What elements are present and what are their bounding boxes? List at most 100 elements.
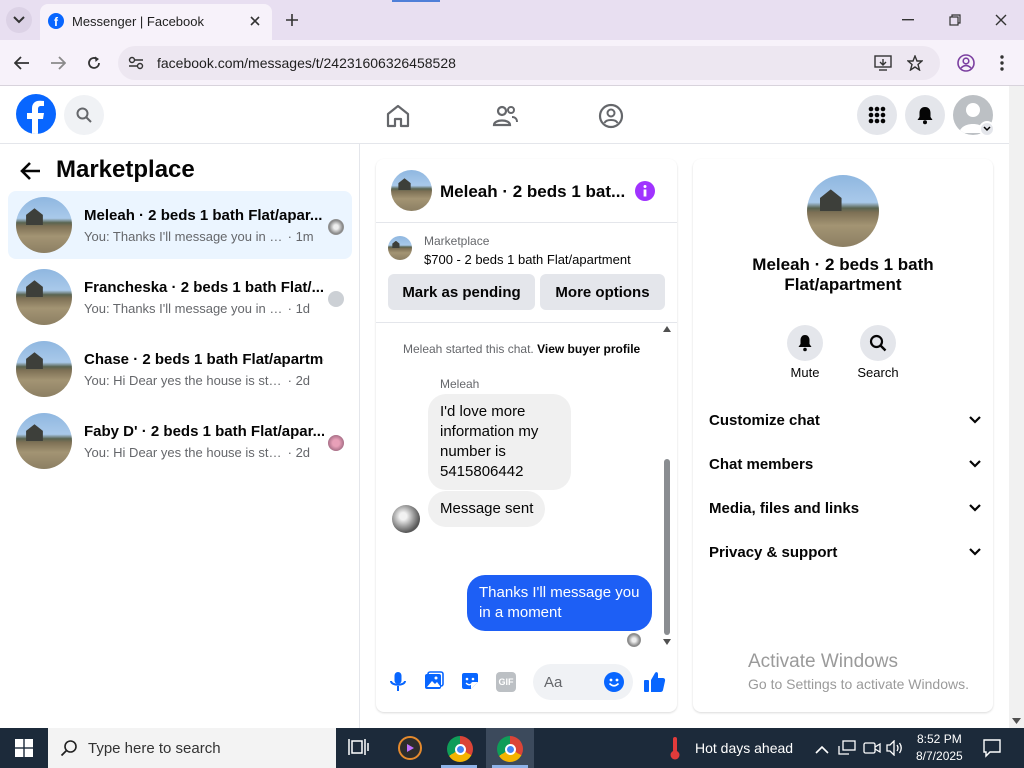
chrome-profile-taskbar-icon: [497, 736, 523, 762]
attach-photo-icon[interactable]: [424, 671, 444, 693]
browser-menu-icon[interactable]: [990, 51, 1014, 75]
conversation-item[interactable]: Meleah · 2 beds 1 bath Flat/apar... You:…: [8, 191, 352, 259]
listing-thumbnail: [16, 413, 72, 469]
listing-mini-thumbnail[interactable]: [388, 236, 412, 260]
sender-avatar[interactable]: [392, 505, 420, 533]
forward-icon[interactable]: [46, 51, 70, 75]
chevron-down-icon: [969, 504, 981, 512]
minimize-icon[interactable]: [896, 10, 920, 30]
details-title: Meleah · 2 beds 1 bath Flat/apartment: [752, 255, 934, 294]
info-icon[interactable]: [635, 181, 655, 201]
listing-banner: Marketplace $700 - 2 beds 1 bath Flat/ap…: [376, 223, 677, 323]
emoji-icon[interactable]: [604, 672, 624, 692]
facebook-search-button[interactable]: [64, 95, 104, 135]
conversation-title: Francheska · 2 beds 1 bath Flat/...: [84, 279, 324, 296]
tab-title: Messenger | Facebook: [72, 14, 204, 29]
conversation-item[interactable]: Faby D' · 2 beds 1 bath Flat/apar... You…: [8, 407, 352, 475]
notifications-bell-icon[interactable]: [905, 95, 945, 135]
task-view-icon[interactable]: [348, 737, 372, 759]
message-input[interactable]: Aa: [533, 664, 633, 700]
section-label: Media, files and links: [709, 499, 860, 517]
browser-toolbar: facebook.com/messages/t/2423160632645852…: [0, 40, 1024, 86]
details-listing-photo[interactable]: [807, 175, 879, 247]
section-label: Privacy & support: [709, 543, 838, 561]
chat-listing-avatar[interactable]: [391, 170, 432, 211]
sticker-icon[interactable]: [460, 671, 480, 693]
url-text: facebook.com/messages/t/2423160632645852…: [157, 55, 456, 71]
browser-tab[interactable]: f Messenger | Facebook: [40, 4, 272, 40]
marketplace-title: Marketplace: [56, 156, 195, 183]
meet-now-icon[interactable]: [863, 740, 881, 756]
chevron-down-icon: [969, 416, 981, 424]
taskbar-search-box[interactable]: Type here to search: [48, 728, 336, 768]
conversation-item[interactable]: Chase · 2 beds 1 bath Flat/apartme... Yo…: [8, 335, 352, 403]
chat-scroll-thumb[interactable]: [664, 459, 670, 635]
taskbar-search-icon: [60, 740, 77, 757]
bookmark-star-icon[interactable]: [904, 53, 926, 73]
like-thumb-icon[interactable]: [643, 670, 667, 694]
view-buyer-profile-link[interactable]: View buyer profile: [537, 342, 640, 356]
clock-time[interactable]: 8:52 PM: [917, 732, 962, 746]
thermometer-icon[interactable]: [668, 736, 682, 760]
network-icon[interactable]: [838, 740, 856, 756]
back-icon[interactable]: [10, 51, 34, 75]
conversation-item[interactable]: Francheska · 2 beds 1 bath Flat/... You:…: [8, 263, 352, 331]
install-app-icon[interactable]: [872, 53, 894, 73]
tray-overflow-icon[interactable]: [815, 742, 829, 754]
incoming-message[interactable]: Message sent: [428, 491, 546, 527]
privacy-support-section[interactable]: Privacy & support: [709, 534, 981, 570]
chrome-taskbar-icon[interactable]: [447, 736, 473, 762]
windows-start-icon[interactable]: [0, 728, 48, 768]
conversation-title: Meleah · 2 beds 1 bath Flat/apar...: [84, 207, 323, 224]
message-input-placeholder: Aa: [544, 674, 563, 691]
activate-windows-subtitle: Go to Settings to activate Windows.: [748, 676, 969, 692]
menu-grid-button[interactable]: [857, 95, 897, 135]
close-window-icon[interactable]: [989, 10, 1013, 30]
more-options-button[interactable]: More options: [540, 274, 665, 310]
volume-icon[interactable]: [886, 739, 904, 757]
page-scrollbar[interactable]: [1009, 86, 1024, 728]
restore-icon[interactable]: [943, 10, 967, 30]
notification-center-icon[interactable]: [982, 738, 1002, 758]
listing-thumbnail: [16, 341, 72, 397]
mute-button[interactable]: Mute: [777, 325, 833, 383]
conversation-preview: You: Hi Dear yes the house is still a...…: [84, 445, 311, 460]
media-player-icon[interactable]: [398, 736, 422, 760]
marketplace-conversation-list: Marketplace Meleah · 2 beds 1 bath Flat/…: [0, 144, 360, 728]
search-in-chat-button[interactable]: Search: [850, 325, 906, 383]
search-icon: [860, 325, 896, 361]
outgoing-message[interactable]: Thanks I'll message you in a moment: [467, 575, 652, 631]
clock-date[interactable]: 8/7/2025: [916, 749, 963, 763]
section-label: Customize chat: [709, 411, 820, 429]
gif-icon[interactable]: GIF: [496, 672, 516, 692]
home-icon[interactable]: [384, 102, 412, 130]
listing-thumbnail: [16, 197, 72, 253]
media-files-links-section[interactable]: Media, files and links: [709, 490, 981, 526]
customize-chat-section[interactable]: Customize chat: [709, 402, 981, 438]
groups-icon[interactable]: [597, 102, 625, 130]
profile-icon[interactable]: [954, 51, 978, 75]
weather-text[interactable]: Hot days ahead: [695, 740, 793, 756]
address-bar[interactable]: facebook.com/messages/t/2423160632645852…: [118, 46, 940, 80]
conversation-preview: You: Thanks I'll message you in a ... · …: [84, 229, 314, 244]
activate-windows-title: Activate Windows: [748, 651, 898, 672]
chat-header-title[interactable]: Meleah · 2 beds 1 bat...: [440, 182, 630, 202]
tab-close-icon[interactable]: [246, 12, 264, 30]
chat-started-note: Meleah started this chat. View buyer pro…: [403, 342, 641, 356]
chrome-profile-taskbar-button[interactable]: [486, 728, 534, 768]
mark-as-pending-button[interactable]: Mark as pending: [388, 274, 535, 310]
listing-price-title[interactable]: $700 - 2 beds 1 bath Flat/apartment: [424, 252, 631, 267]
back-arrow-icon[interactable]: [20, 161, 44, 185]
facebook-logo[interactable]: [16, 94, 56, 134]
chat-header: Meleah · 2 beds 1 bat...: [376, 159, 677, 223]
incoming-message[interactable]: I'd love more information my number is 5…: [428, 394, 571, 490]
voice-clip-icon[interactable]: [388, 671, 408, 693]
friends-icon[interactable]: [491, 102, 519, 130]
site-settings-icon[interactable]: [126, 53, 146, 73]
account-chevron-icon[interactable]: [979, 121, 995, 137]
reload-icon[interactable]: [82, 51, 106, 75]
chat-scrollbar[interactable]: [661, 324, 673, 649]
chat-members-section[interactable]: Chat members: [709, 446, 981, 482]
tab-search-button[interactable]: [6, 7, 32, 33]
new-tab-button[interactable]: [282, 10, 302, 30]
